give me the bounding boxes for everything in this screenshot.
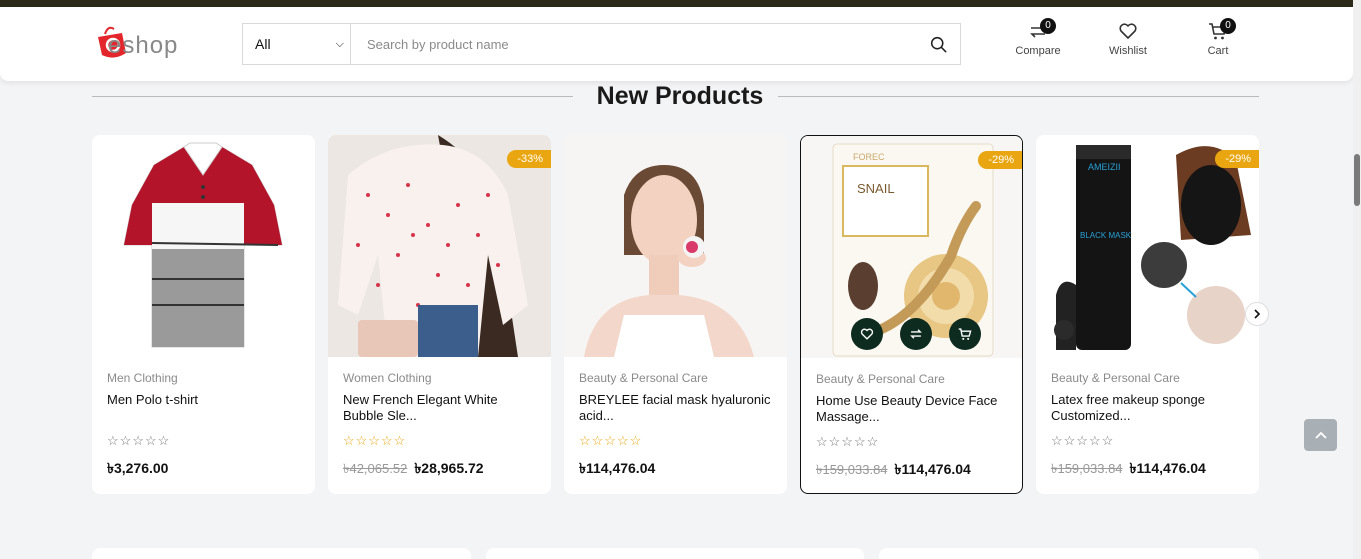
product-price: ৳28,965.72 xyxy=(414,460,484,476)
search-bar: All ⌵ xyxy=(242,23,961,65)
product-card[interactable]: FOREC SNAIL -29% Beauty & Personal Care … xyxy=(800,135,1023,494)
product-price-row: ৳42,065.52 ৳28,965.72 xyxy=(343,457,484,481)
rating-stars: ☆☆☆☆☆ xyxy=(1051,433,1115,448)
rating-stars: ☆☆☆☆☆ xyxy=(343,433,407,448)
product-image[interactable] xyxy=(92,135,315,357)
cart-icon xyxy=(958,328,972,340)
product-name[interactable]: Men Polo t-shirt xyxy=(107,392,302,408)
product-price-row: ৳159,033.84 ৳114,476.04 xyxy=(1051,457,1206,481)
bottom-card xyxy=(486,548,864,559)
product-price-row: ৳3,276.00 xyxy=(107,457,168,481)
chevron-down-icon: ⌵ xyxy=(335,37,344,50)
snail-mask-brand: FOREC xyxy=(853,152,885,162)
chevron-up-icon xyxy=(1314,431,1327,439)
cart-count-badge: 0 xyxy=(1220,18,1236,34)
product-name[interactable]: Home Use Beauty Device Face Massage... xyxy=(816,393,1011,425)
product-image[interactable]: AMEIZII BLACK MASK -29% xyxy=(1036,135,1259,357)
add-to-cart-button[interactable] xyxy=(949,318,981,350)
search-button[interactable] xyxy=(916,24,960,64)
add-to-compare-button[interactable] xyxy=(900,318,932,350)
logo[interactable]: eshop xyxy=(92,23,217,65)
product-old-price: ৳159,033.84 xyxy=(1051,461,1123,476)
scrollbar-thumb[interactable] xyxy=(1354,154,1360,206)
rating-stars: ☆☆☆☆☆ xyxy=(579,433,643,448)
section-divider-right xyxy=(778,96,1259,97)
back-to-top-button[interactable] xyxy=(1304,419,1337,451)
discount-badge: -29% xyxy=(1215,150,1259,168)
product-old-price: ৳42,065.52 xyxy=(343,461,408,476)
hover-actions xyxy=(851,318,981,350)
wishlist-button[interactable]: Wishlist xyxy=(1093,21,1163,57)
heart-icon xyxy=(860,328,874,340)
product-price: ৳3,276.00 xyxy=(107,460,169,476)
product-name[interactable]: BREYLEE facial mask hyaluronic acid... xyxy=(579,392,774,424)
product-price: ৳114,476.04 xyxy=(579,460,656,476)
carousel-next-button[interactable] xyxy=(1245,302,1269,326)
compare-icon xyxy=(910,329,922,339)
category-select-value: All xyxy=(255,36,271,52)
black-mask-title: BLACK MASK xyxy=(1080,231,1132,240)
category-select[interactable]: All ⌵ xyxy=(243,24,351,64)
product-category: Beauty & Personal Care xyxy=(816,372,945,386)
top-strip xyxy=(0,0,1361,7)
product-category: Women Clothing xyxy=(343,371,432,385)
black-mask-brand: AMEIZII xyxy=(1088,162,1121,172)
product-name[interactable]: New French Elegant White Bubble Sle... xyxy=(343,392,538,424)
product-image[interactable] xyxy=(564,135,787,357)
product-price-row: ৳114,476.04 xyxy=(579,457,655,481)
compare-button[interactable]: 0 Compare xyxy=(1003,18,1073,57)
cart-button[interactable]: 0 Cart xyxy=(1183,18,1253,57)
product-price: ৳114,476.04 xyxy=(1129,460,1206,476)
heart-icon xyxy=(1119,23,1137,39)
discount-badge: -33% xyxy=(507,150,551,168)
search-input[interactable] xyxy=(351,24,916,64)
product-card[interactable]: -33% Women Clothing New French Elegant W… xyxy=(328,135,551,494)
page-scrollbar[interactable] xyxy=(1353,0,1361,559)
product-image[interactable]: -33% xyxy=(328,135,551,357)
section-divider-left xyxy=(92,96,573,97)
product-card[interactable]: Men Clothing Men Polo t-shirt ☆☆☆☆☆ ৳3,2… xyxy=(92,135,315,494)
product-category: Men Clothing xyxy=(107,371,178,385)
bottom-card xyxy=(879,548,1259,559)
snail-mask-title: SNAIL xyxy=(857,181,895,196)
discount-badge: -29% xyxy=(978,151,1022,169)
bottom-card xyxy=(92,548,471,559)
product-category: Beauty & Personal Care xyxy=(579,371,708,385)
site-header: eshop All ⌵ 0 Compare Wishlist 0 Cart xyxy=(0,7,1353,81)
product-name[interactable]: Latex free makeup sponge Customized... xyxy=(1051,392,1246,424)
search-icon xyxy=(930,36,946,52)
product-image[interactable]: FOREC SNAIL -29% xyxy=(801,136,1022,358)
wishlist-label: Wishlist xyxy=(1109,45,1147,57)
rating-stars: ☆☆☆☆☆ xyxy=(107,433,171,448)
compare-label: Compare xyxy=(1015,45,1061,57)
product-price-row: ৳159,033.84 ৳114,476.04 xyxy=(816,458,971,482)
logo-text: eshop xyxy=(108,32,178,59)
chevron-right-icon xyxy=(1254,309,1261,319)
add-to-wishlist-button[interactable] xyxy=(851,318,883,350)
product-category: Beauty & Personal Care xyxy=(1051,371,1180,385)
rating-stars: ☆☆☆☆☆ xyxy=(816,434,880,449)
cart-label: Cart xyxy=(1207,45,1229,57)
product-card[interactable]: AMEIZII BLACK MASK -29% Beauty & Persona… xyxy=(1036,135,1259,494)
compare-count-badge: 0 xyxy=(1040,18,1056,34)
product-price: ৳114,476.04 xyxy=(894,461,971,477)
product-old-price: ৳159,033.84 xyxy=(816,462,888,477)
section-title: New Products xyxy=(596,82,764,110)
product-card[interactable]: Beauty & Personal Care BREYLEE facial ma… xyxy=(564,135,787,494)
